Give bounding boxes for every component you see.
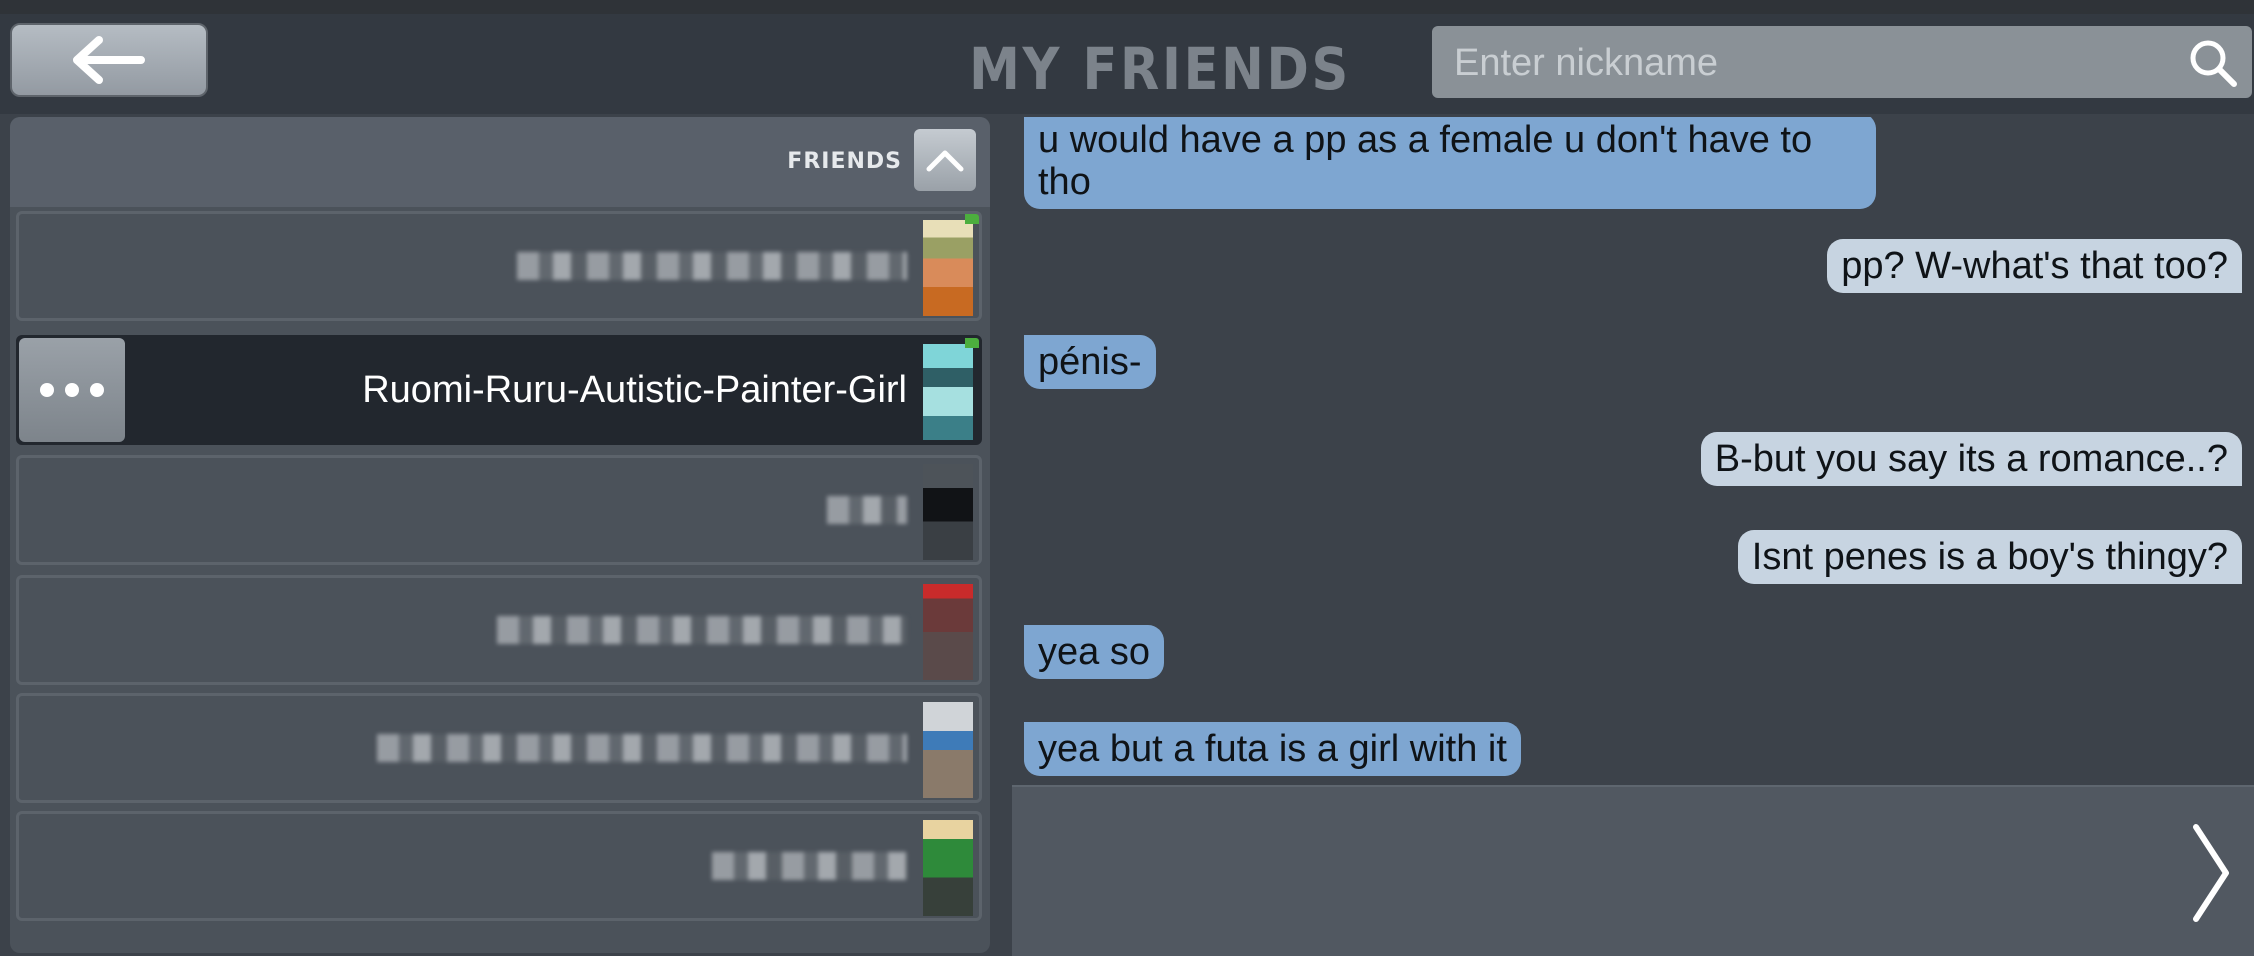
friend-avatar (923, 584, 973, 680)
friend-row[interactable] (16, 575, 982, 685)
friends-section-label: FRIENDS (787, 149, 902, 174)
friend-row[interactable] (16, 811, 982, 921)
friend-row[interactable] (16, 455, 982, 565)
chevron-right-icon[interactable] (2188, 823, 2232, 923)
chat-messages[interactable]: u would have a pp as a female u don't ha… (1012, 117, 2254, 785)
friend-name-redacted (497, 616, 907, 644)
more-options-button[interactable] (19, 338, 125, 442)
friend-name-redacted (712, 852, 907, 880)
friend-avatar (923, 344, 973, 440)
friend-avatar (923, 702, 973, 798)
friend-avatar (923, 220, 973, 316)
friend-avatar (923, 464, 973, 560)
message-outgoing: Isnt penes is a boy's thingy? (1737, 530, 2242, 584)
message-outgoing: B-but you say its a romance..? (1700, 432, 2242, 486)
friend-name-redacted (827, 496, 907, 524)
search-box[interactable] (1432, 26, 2252, 98)
header-bar: MY FRIENDS (0, 14, 2254, 114)
message-incoming: pénis- (1024, 335, 1156, 389)
chevron-up-icon (926, 150, 964, 172)
nickname-search-input[interactable] (1452, 34, 2136, 92)
arrow-left-icon (73, 36, 145, 84)
online-indicator (965, 214, 979, 224)
friends-section-header: FRIENDS (10, 117, 990, 207)
friend-name-redacted (377, 734, 907, 762)
online-indicator (965, 338, 979, 348)
page-title: MY FRIENDS (969, 35, 1351, 103)
ellipsis-icon (40, 383, 104, 397)
message-incoming: yea but a futa is a girl with it (1024, 722, 1521, 776)
message-composer[interactable] (1012, 785, 2254, 956)
message-incoming: yea so (1024, 625, 1164, 679)
friend-avatar (923, 820, 973, 916)
friend-name-redacted (517, 252, 907, 280)
back-button[interactable] (10, 23, 208, 97)
collapse-friends-button[interactable] (914, 129, 976, 191)
message-incoming: u would have a pp as a female u don't ha… (1024, 117, 1876, 209)
friend-row[interactable] (16, 693, 982, 803)
search-icon[interactable] (2188, 38, 2238, 88)
friend-name: Ruomi-Ruru-Autistic-Painter-Girl (362, 369, 907, 411)
top-strip (0, 0, 2254, 14)
friend-row-selected[interactable]: Ruomi-Ruru-Autistic-Painter-Girl (16, 335, 982, 445)
friend-row[interactable] (16, 211, 982, 321)
message-outgoing: pp? W-what's that too? (1827, 239, 2242, 293)
